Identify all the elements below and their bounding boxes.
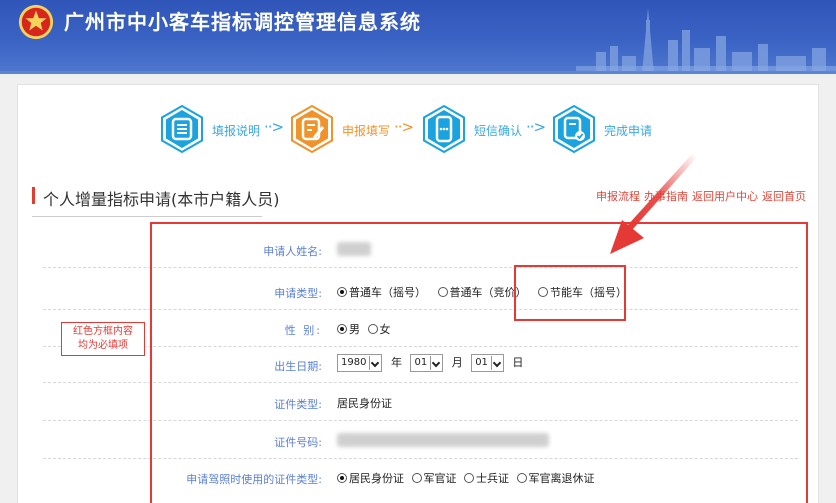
required-note: 红色方框内容 均为必填项 [61,322,145,356]
pointer-arrow-icon [610,154,696,254]
step-arrow: ··> [394,118,414,136]
required-fields-highlight [150,222,808,503]
link-home[interactable]: 返回首页 [762,190,806,203]
section-title: 个人增量指标申请(本市户籍人员) [43,190,280,209]
step-label: 短信确认 [474,124,523,138]
phone-message-icon [423,105,465,153]
step-label: 申报填写 [342,124,391,138]
step-arrow: ··> [264,118,284,136]
section-underline [32,216,262,217]
emblem-logo-icon [18,4,54,40]
document-check-icon [553,105,595,153]
step-arrow: ··> [526,118,546,136]
document-list-icon [161,105,203,153]
eco-option-highlight [514,265,626,321]
step-label: 填报说明 [212,124,261,138]
link-user-center[interactable]: 返回用户中心 [692,190,758,203]
app-header: 广州市中小客车指标调控管理信息系统 [0,0,836,74]
step-label: 完成申请 [604,124,653,138]
edit-form-icon [291,105,333,153]
site-title: 广州市中小客车指标调控管理信息系统 [64,10,421,34]
city-skyline-icon [576,8,836,74]
